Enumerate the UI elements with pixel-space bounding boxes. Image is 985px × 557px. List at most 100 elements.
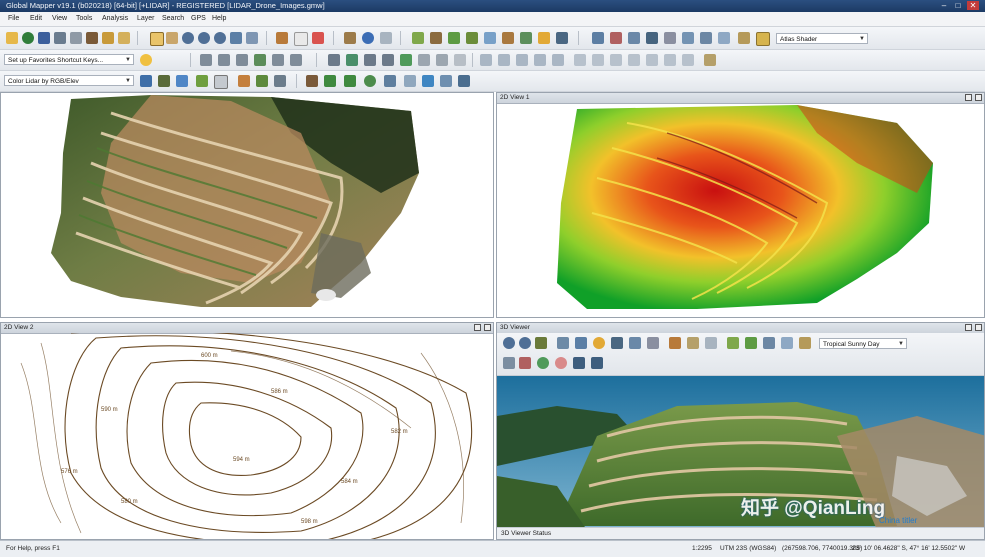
- grass-icon[interactable]: [344, 75, 356, 87]
- menu-analysis[interactable]: Analysis: [102, 12, 128, 26]
- percent-icon[interactable]: [647, 337, 659, 349]
- flag-icon[interactable]: [781, 337, 793, 349]
- minimize-button[interactable]: –: [938, 1, 950, 10]
- map-view-2d-1[interactable]: 2D View 1: [496, 92, 985, 318]
- triangle-icon[interactable]: [214, 75, 228, 89]
- restore-icon[interactable]: [474, 324, 481, 331]
- sort-icon[interactable]: [700, 32, 712, 44]
- dig-tool-icon[interactable]: [344, 32, 356, 44]
- restore-icon[interactable]: [965, 324, 972, 331]
- pan-hand-icon[interactable]: [166, 32, 178, 44]
- filter-icon[interactable]: [418, 54, 430, 66]
- shader-active-icon[interactable]: [756, 32, 770, 46]
- marker-icon[interactable]: [610, 32, 622, 44]
- contour-map[interactable]: 600 m 590 m 586 m 594 m 580 m 584 m 576 …: [1, 333, 494, 540]
- tools-icon[interactable]: [503, 357, 515, 369]
- hill-shade-icon[interactable]: [448, 32, 460, 44]
- open-folder-icon[interactable]: [6, 32, 18, 44]
- sun-icon[interactable]: [538, 32, 550, 44]
- delete-icon[interactable]: [312, 32, 324, 44]
- sun-icon[interactable]: [593, 337, 605, 349]
- menu-search[interactable]: Search: [162, 12, 184, 26]
- edit-vertex-icon[interactable]: [272, 54, 284, 66]
- edit-pencil-icon[interactable]: [276, 32, 288, 44]
- pencil-icon[interactable]: [669, 337, 681, 349]
- orthophoto-map[interactable]: [1, 93, 494, 318]
- camera-video-icon[interactable]: [573, 357, 585, 369]
- save-icon[interactable]: [38, 32, 50, 44]
- menu-file[interactable]: File: [8, 12, 19, 26]
- walk-icon[interactable]: [535, 337, 547, 349]
- terrain-icon[interactable]: [727, 337, 739, 349]
- star-icon[interactable]: [140, 54, 152, 66]
- mountain-icon[interactable]: [430, 32, 442, 44]
- snap-icon[interactable]: [534, 54, 546, 66]
- tree-icon[interactable]: [520, 32, 532, 44]
- polyline-icon[interactable]: [592, 54, 604, 66]
- ruler-icon[interactable]: [687, 337, 699, 349]
- draw-path-icon[interactable]: [218, 54, 230, 66]
- shader-select[interactable]: Atlas Shader ▼: [776, 33, 868, 44]
- tree-canopy-icon[interactable]: [364, 75, 376, 87]
- lidar-color-select[interactable]: Color Lidar by RGB/Elev ▼: [4, 75, 134, 86]
- elevation-map[interactable]: [497, 103, 985, 318]
- smooth-icon[interactable]: [682, 54, 694, 66]
- close-icon[interactable]: [484, 324, 491, 331]
- close-button[interactable]: ✕: [967, 1, 979, 10]
- home-icon[interactable]: [575, 337, 587, 349]
- percent-icon[interactable]: [664, 32, 676, 44]
- building-icon[interactable]: [384, 75, 396, 87]
- hill-icon[interactable]: [745, 337, 757, 349]
- water-drop-icon[interactable]: [422, 75, 434, 87]
- scale-icon[interactable]: [516, 54, 528, 66]
- map-view-main[interactable]: [0, 92, 494, 318]
- line-tool-icon[interactable]: [574, 54, 586, 66]
- peak-icon[interactable]: [466, 32, 478, 44]
- shader-mountain-icon[interactable]: [738, 32, 750, 44]
- polygon-icon[interactable]: [610, 54, 622, 66]
- rotate-icon[interactable]: [498, 54, 510, 66]
- offset-icon[interactable]: [646, 54, 658, 66]
- erase-icon[interactable]: [382, 54, 394, 66]
- menu-layer[interactable]: Layer: [137, 12, 155, 26]
- measure-icon[interactable]: [290, 54, 302, 66]
- restore-icon[interactable]: [965, 94, 972, 101]
- layers-icon[interactable]: [102, 32, 114, 44]
- buffer-icon[interactable]: [664, 54, 676, 66]
- terrain-mesh-icon[interactable]: [306, 75, 318, 87]
- record-icon[interactable]: [519, 357, 531, 369]
- lidar-points-icon[interactable]: [140, 75, 152, 87]
- menu-view[interactable]: View: [52, 12, 67, 26]
- zoom-in-icon[interactable]: [182, 32, 194, 44]
- map-view-2d-2[interactable]: 2D View 2 600 m 590 m 586 m 594 m 580 m …: [0, 322, 494, 540]
- home-icon[interactable]: [246, 32, 258, 44]
- close-icon[interactable]: [975, 324, 982, 331]
- zoom-in-icon[interactable]: [503, 337, 515, 349]
- profile-icon[interactable]: [628, 32, 640, 44]
- cut-icon[interactable]: [552, 54, 564, 66]
- classify-icon[interactable]: [400, 54, 412, 66]
- forest-icon[interactable]: [324, 75, 336, 87]
- lidar-water-icon[interactable]: [176, 75, 188, 87]
- draw-feature-icon[interactable]: [254, 54, 266, 66]
- lasso-icon[interactable]: [364, 54, 376, 66]
- wrench-icon[interactable]: [629, 337, 641, 349]
- crosshair-icon[interactable]: [611, 337, 623, 349]
- lidar-vegetation-icon[interactable]: [196, 75, 208, 87]
- lidar-filter-icon[interactable]: [256, 75, 268, 87]
- image-icon[interactable]: [118, 32, 130, 44]
- print-icon[interactable]: [54, 32, 66, 44]
- elevation-icon[interactable]: [682, 32, 694, 44]
- camera-icon[interactable]: [591, 357, 603, 369]
- sky-select[interactable]: Tropical Sunny Day ▼: [819, 338, 907, 349]
- screenshot-icon[interactable]: [705, 337, 717, 349]
- config-icon[interactable]: [70, 32, 82, 44]
- brush-icon[interactable]: [328, 54, 340, 66]
- select-tool-icon[interactable]: [150, 32, 164, 46]
- globe-icon[interactable]: [22, 32, 34, 44]
- split-icon[interactable]: [436, 54, 448, 66]
- target-icon[interactable]: [346, 54, 358, 66]
- lidar-ground-icon[interactable]: [158, 75, 170, 87]
- wrench-icon[interactable]: [86, 32, 98, 44]
- zoom-out-icon[interactable]: [519, 337, 531, 349]
